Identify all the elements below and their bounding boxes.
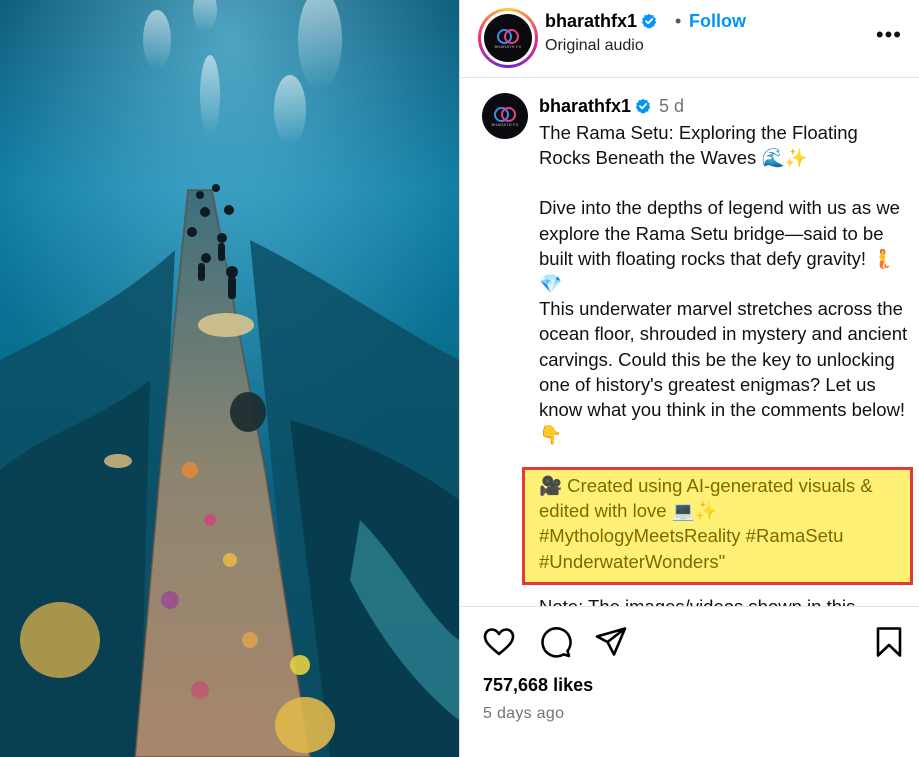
caption-header: bharathfx1 5 d xyxy=(539,96,684,117)
post-header: BHARATH FX bharathfx1 • Follow Original … xyxy=(460,0,919,78)
separator-dot: • xyxy=(675,11,682,31)
infinity-logo-icon xyxy=(497,28,519,44)
caption-title: The Rama Setu: Exploring the Floating Ro… xyxy=(539,122,863,169)
heart-icon[interactable] xyxy=(482,625,516,659)
caption-username[interactable]: bharathfx1 xyxy=(539,96,631,116)
caption-section: BHARATH FX bharathfx1 5 d The Rama Setu:… xyxy=(460,78,919,606)
username-text[interactable]: bharathfx1 xyxy=(545,11,637,31)
caption-text: The Rama Setu: Exploring the Floating Ro… xyxy=(539,120,909,447)
avatar-logo-text: BHARATH FX xyxy=(494,43,522,49)
highlighted-caption-text: 🎥 Created using AI-generated visuals & e… xyxy=(539,475,873,572)
caption-timestamp[interactable]: 5 d xyxy=(659,96,684,116)
bookmark-icon[interactable] xyxy=(872,625,906,659)
verified-badge-icon xyxy=(635,98,651,114)
caption-paragraph: Dive into the depths of legend with us a… xyxy=(539,197,908,446)
more-options-icon[interactable]: ••• xyxy=(876,22,902,48)
underwater-scene-image xyxy=(0,0,459,757)
original-audio-link[interactable]: Original audio xyxy=(545,37,644,55)
share-icon[interactable] xyxy=(594,625,628,659)
post-actions: 757,668 likes 5 days ago xyxy=(460,606,919,757)
caption-note-cutoff: Note: The images/videos shown in this xyxy=(539,596,855,606)
post-video[interactable] xyxy=(0,0,459,757)
author-avatar[interactable]: BHARATH FX xyxy=(478,8,538,68)
caption-avatar[interactable]: BHARATH FX xyxy=(482,93,528,139)
verified-badge-icon xyxy=(641,13,657,29)
comment-icon[interactable] xyxy=(538,625,572,659)
post-date: 5 days ago xyxy=(483,705,565,722)
infinity-logo-icon xyxy=(494,106,516,122)
author-username[interactable]: bharathfx1 xyxy=(545,11,657,32)
post-details-panel: BHARATH FX bharathfx1 • Follow Original … xyxy=(459,0,919,757)
likes-count[interactable]: 757,668 likes xyxy=(483,675,593,696)
follow-button[interactable]: Follow xyxy=(689,11,746,32)
avatar-logo-text: BHARATH FX xyxy=(491,121,519,127)
